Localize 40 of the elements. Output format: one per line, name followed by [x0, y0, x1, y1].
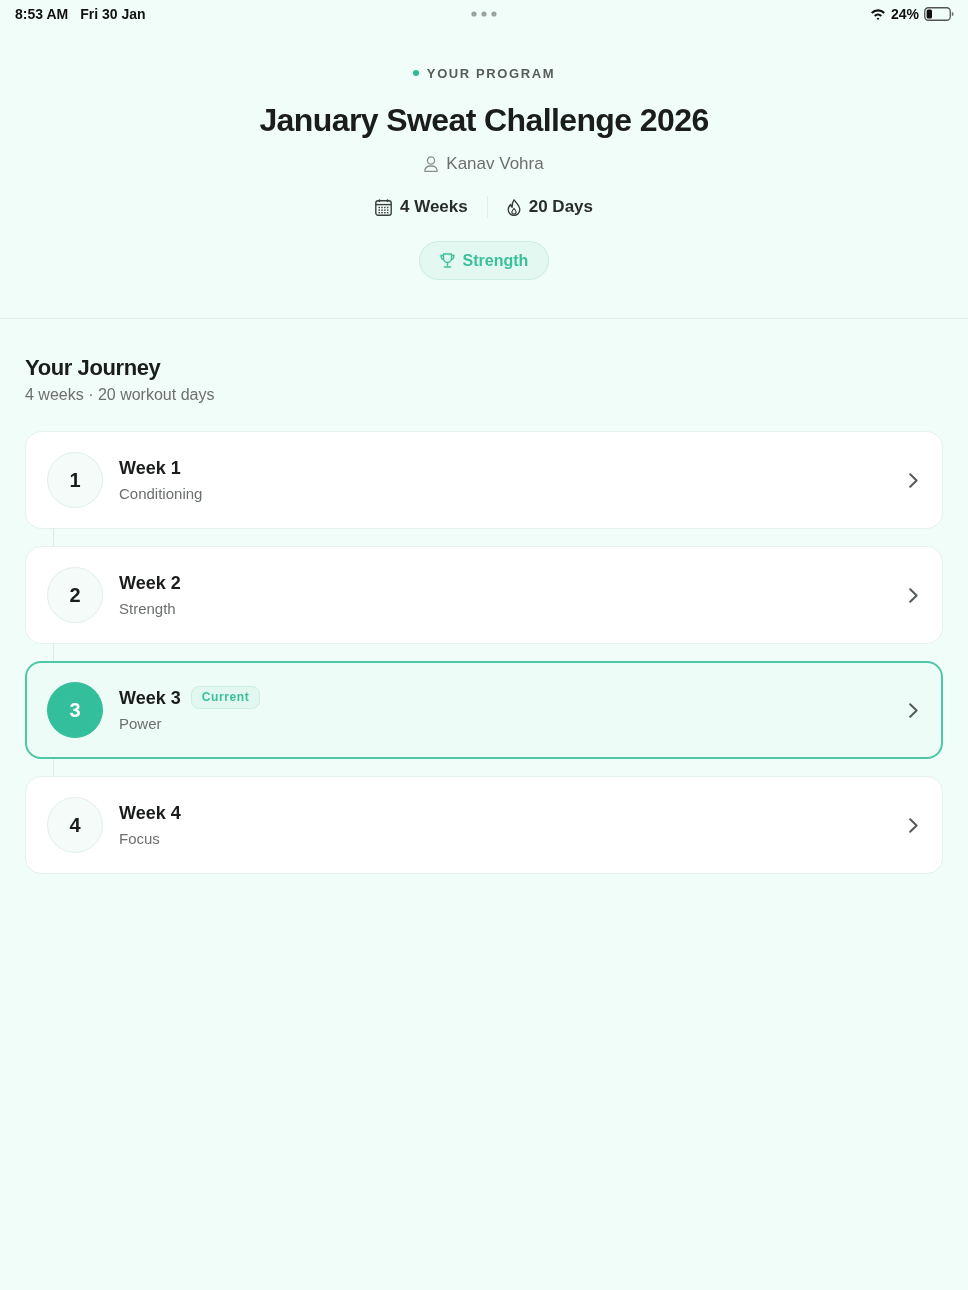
stat-label: 4 Weeks: [400, 197, 468, 217]
battery-percent: 24%: [890, 6, 919, 22]
week-card[interactable]: 2 Week 2 Strength: [25, 546, 943, 644]
section-subtitle: 4 weeks · 20 workout days: [25, 385, 216, 405]
status-time: 8:53 AM: [15, 6, 69, 22]
program-title: January Sweat Challenge 2026: [259, 101, 709, 140]
week-title: Week 4: [119, 801, 181, 824]
chevron-right-icon: [909, 702, 918, 718]
calendar-icon: [375, 198, 392, 216]
week-title: Week 3: [119, 686, 181, 709]
week-subtitle: Focus: [119, 828, 161, 849]
status-dot-icon: [412, 70, 419, 76]
chevron-right-icon: [909, 587, 918, 603]
stat-label: 20 Days: [528, 197, 593, 217]
trophy-icon: [439, 253, 455, 268]
week-card[interactable]: 4 Week 4 Focus: [25, 776, 943, 874]
chevron-right-icon: [909, 817, 918, 833]
three-dots-icon[interactable]: [471, 11, 497, 17]
tag-label: Strength: [462, 251, 529, 270]
week-title: Week 2: [119, 571, 181, 594]
eyebrow-label: YOUR PROGRAM: [426, 65, 556, 81]
week-subtitle: Power: [119, 713, 163, 734]
week-number: 1: [47, 452, 103, 508]
section-title: Your Journey: [25, 354, 162, 382]
week-number: 2: [47, 567, 103, 623]
week-number: 4: [47, 797, 103, 853]
week-subtitle: Strength: [119, 598, 177, 619]
flame-icon: [506, 198, 521, 216]
current-badge: Current: [190, 686, 261, 709]
week-card[interactable]: 1 Week 1 Conditioning: [25, 431, 943, 529]
chevron-right-icon: [909, 472, 918, 488]
wifi-icon: [869, 8, 886, 20]
week-number: 3: [47, 682, 103, 738]
battery-icon: [924, 7, 954, 21]
week-card[interactable]: 3 Week 3 Current Power: [25, 661, 943, 759]
status-date: Fri 30 Jan: [80, 6, 146, 22]
person-icon: [424, 156, 439, 172]
week-subtitle: Conditioning: [119, 483, 204, 504]
week-title: Week 1: [119, 456, 181, 479]
author-name: Kanav Vohra: [446, 154, 544, 174]
